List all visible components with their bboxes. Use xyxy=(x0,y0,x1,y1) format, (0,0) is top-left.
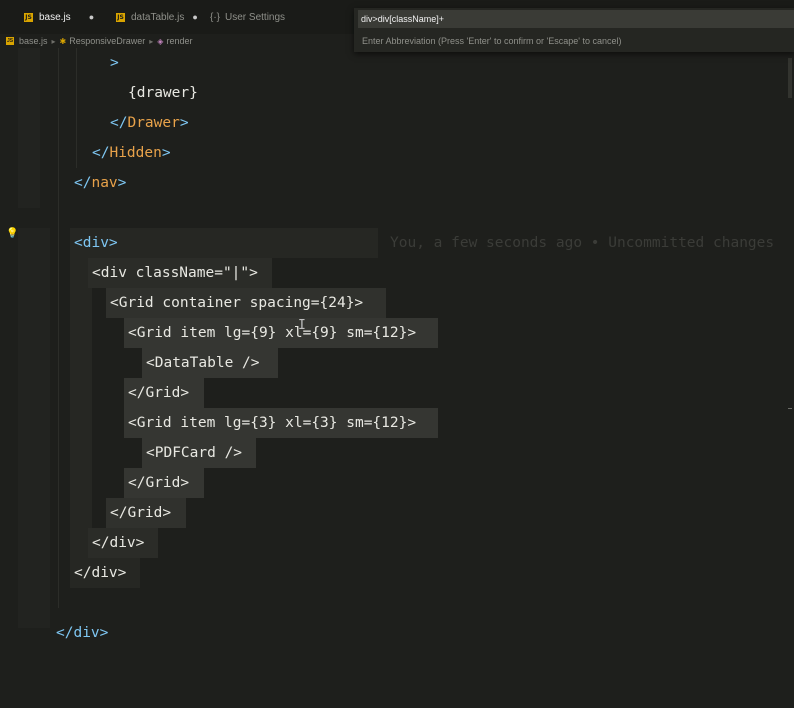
breadcrumb-method[interactable]: render xyxy=(166,36,192,46)
code-line: </div> xyxy=(0,528,794,558)
tab-base-js[interactable]: JS base.js ● xyxy=(24,0,94,34)
settings-braces-icon: {·} xyxy=(210,11,221,23)
vertical-scrollbar[interactable] xyxy=(786,48,794,658)
unsaved-dot-icon[interactable]: ● xyxy=(89,12,94,22)
code-text: <div className="|"> xyxy=(88,258,272,288)
code-text: </Grid> xyxy=(124,468,204,498)
tab-label: User Settings xyxy=(225,11,286,23)
tab-label: base.js xyxy=(39,11,71,23)
code-line: </div> xyxy=(0,558,794,588)
code-line: </Grid> xyxy=(0,378,794,408)
breadcrumb: JS base.js ▸ ✱ ResponsiveDrawer ▸ ◈ rend… xyxy=(6,34,192,48)
tab-datatable-js[interactable]: JS dataTable.js ● xyxy=(116,0,198,34)
indent-shade xyxy=(70,318,92,348)
code-text: <Grid item lg={9} xl={9} sm={12}> xyxy=(124,318,438,348)
breadcrumb-component[interactable]: ResponsiveDrawer xyxy=(69,36,145,46)
code-line: </Hidden> xyxy=(0,138,794,168)
code-line: <PDFCard /> xyxy=(0,438,794,468)
code-text: </Drawer> xyxy=(110,115,189,131)
emmet-abbreviation-popup: Enter Abbreviation (Press 'Enter' to con… xyxy=(354,8,794,52)
code-text: <div> xyxy=(70,228,378,258)
indent-shade xyxy=(70,348,92,378)
component-icon: ✱ xyxy=(59,36,67,46)
code-text: <PDFCard /> xyxy=(142,438,256,468)
abbreviation-hint: Enter Abbreviation (Press 'Enter' to con… xyxy=(362,36,622,46)
indent-shade xyxy=(70,498,92,528)
code-text: </Grid> xyxy=(106,498,186,528)
chevron-right-icon: ▸ xyxy=(149,36,154,46)
code-text: </div> xyxy=(88,528,158,558)
breadcrumb-file[interactable]: base.js xyxy=(19,36,48,46)
indent-shade xyxy=(70,438,92,468)
scrollbar-overview-mark xyxy=(788,58,792,98)
git-blame-annotation: You, a few seconds ago • Uncommitted cha… xyxy=(390,235,775,251)
code-line: </Grid> xyxy=(0,468,794,498)
code-line: <Grid item lg={9} xl={9} sm={12}> xyxy=(0,318,794,348)
code-text: </Hidden> xyxy=(92,145,171,161)
code-text: <Grid item lg={3} xl={3} sm={12}> xyxy=(124,408,438,438)
code-line: </div> xyxy=(0,618,794,648)
code-text: {drawer} xyxy=(128,85,198,101)
code-line: <div className="|"> xyxy=(0,258,794,288)
indent-shade xyxy=(70,468,92,498)
code-text: > xyxy=(110,55,119,71)
code-line: </Grid> xyxy=(0,498,794,528)
code-text: </div> xyxy=(70,558,140,588)
code-text: </div> xyxy=(56,625,109,641)
unsaved-dot-icon[interactable]: ● xyxy=(192,12,197,22)
code-line: </nav> xyxy=(0,168,794,198)
text-cursor-icon: I xyxy=(298,318,306,333)
indent-shade xyxy=(70,378,92,408)
code-line: <DataTable /> xyxy=(0,348,794,378)
indent-shade xyxy=(70,288,92,318)
code-line: <Grid item lg={3} xl={3} sm={12}> xyxy=(0,408,794,438)
code-line: </Drawer> xyxy=(0,108,794,138)
chevron-right-icon: ▸ xyxy=(51,36,56,46)
tab-label: dataTable.js xyxy=(131,11,185,23)
code-line: <Grid container spacing={24}> xyxy=(0,288,794,318)
javascript-file-icon: JS xyxy=(24,12,33,22)
method-cube-icon: ◈ xyxy=(157,36,164,46)
code-text: <Grid container spacing={24}> xyxy=(106,288,386,318)
tab-user-settings[interactable]: {·} User Settings xyxy=(210,0,285,34)
code-line: > xyxy=(0,48,794,78)
code-line: {drawer} xyxy=(0,78,794,108)
abbreviation-input[interactable] xyxy=(358,10,794,28)
javascript-file-icon: JS xyxy=(6,37,14,45)
indent-shade xyxy=(70,408,92,438)
code-text: <DataTable /> xyxy=(142,348,278,378)
scrollbar-overview-mark xyxy=(788,408,792,409)
javascript-file-icon: JS xyxy=(116,12,125,22)
code-text: </nav> xyxy=(74,175,127,191)
code-editor[interactable]: 💡 > {drawer} </Drawer> </Hidden> </nav> … xyxy=(0,48,794,658)
code-text: </Grid> xyxy=(124,378,204,408)
